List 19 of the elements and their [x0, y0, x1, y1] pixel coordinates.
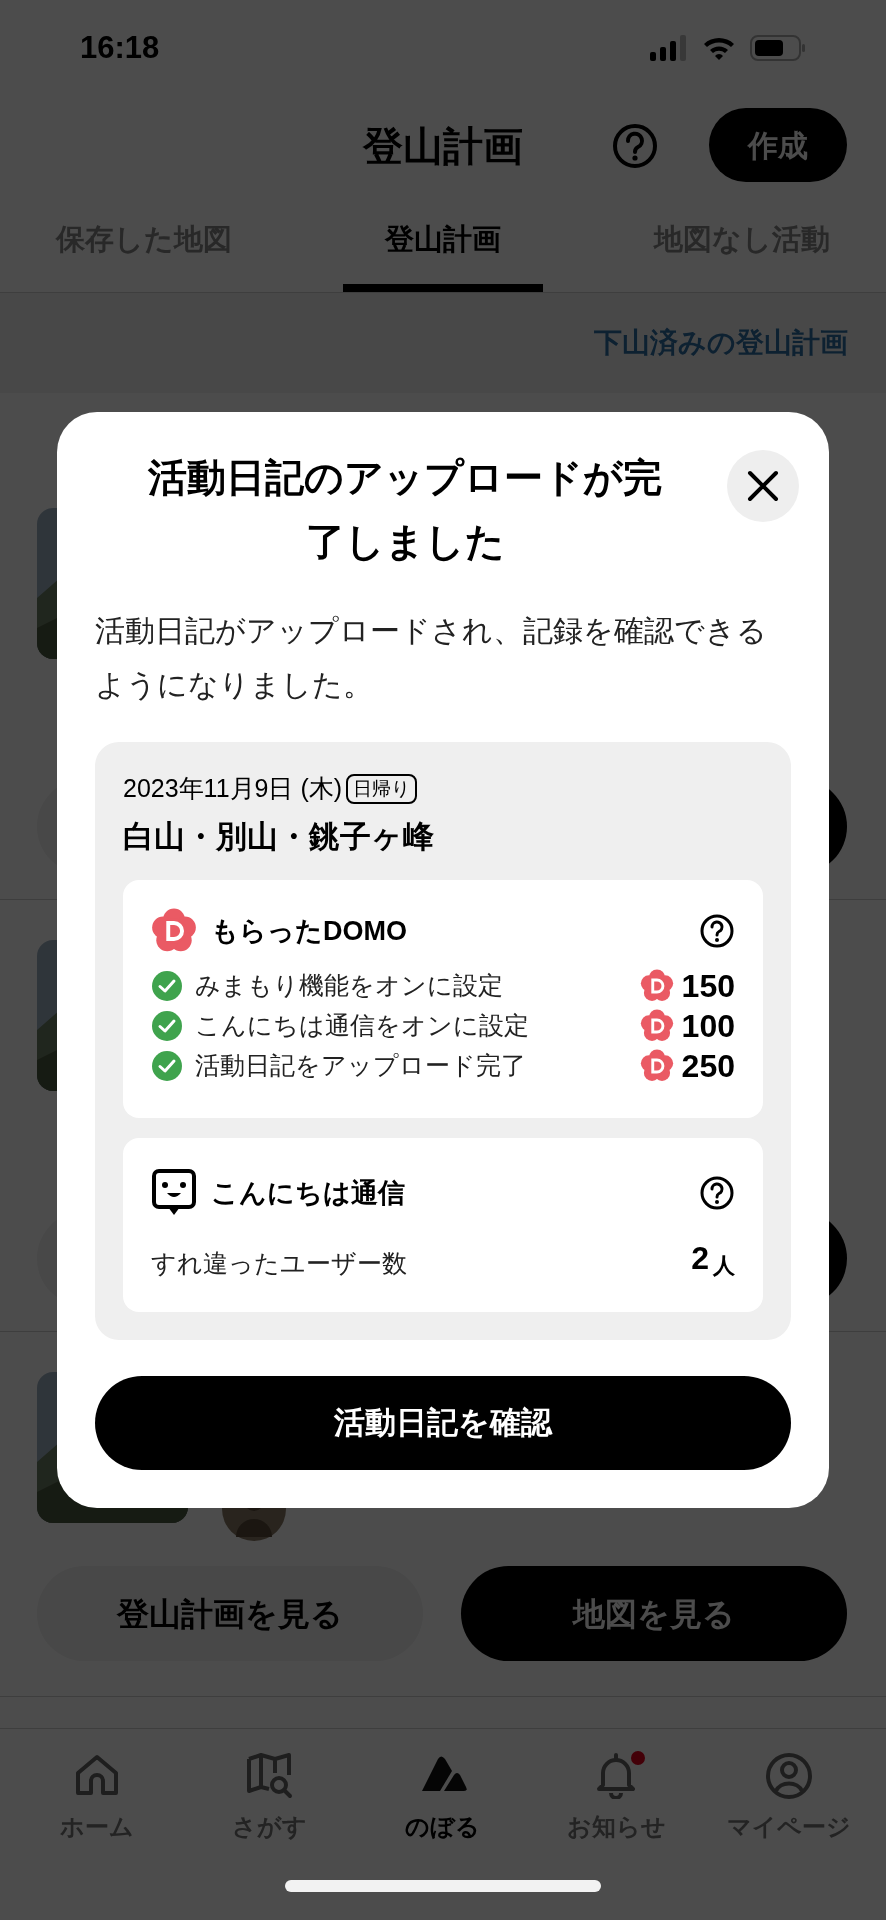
domo-points: 100 — [681, 1007, 735, 1046]
passed-users-count: 2 — [691, 1239, 709, 1278]
trip-date: 2023年11月9日 (木) — [123, 773, 343, 804]
domo-title: もらったDOMO — [211, 914, 408, 948]
passed-users-label: すれ違ったユーザー数 — [151, 1247, 408, 1279]
trip-name: 白山・別山・銚子ヶ峰 — [123, 817, 435, 856]
domo-points: 250 — [681, 1047, 735, 1086]
count-unit: 人 — [713, 1252, 735, 1280]
domo-reason: みまもり機能をオンに設定 — [195, 970, 504, 1002]
modal-message: 活動日記がアップロードされ、記録を確認できるようになりました。 — [95, 613, 768, 703]
status-time: 16:18 — [80, 28, 160, 67]
trip-tag: 日帰り — [346, 773, 418, 804]
domo-reason: こんにちは通信をオンに設定 — [195, 1010, 530, 1042]
page-title: 登山計画 — [363, 123, 523, 170]
modal-title: 活動日記のアップロードが完了しました — [147, 455, 663, 565]
domo-reason: 活動日記をアップロード完了 — [195, 1050, 527, 1082]
hello-title: こんにちは通信 — [211, 1176, 406, 1210]
domo-points: 150 — [681, 967, 735, 1006]
confirm-button[interactable]: 活動日記を確認 — [95, 1376, 791, 1470]
